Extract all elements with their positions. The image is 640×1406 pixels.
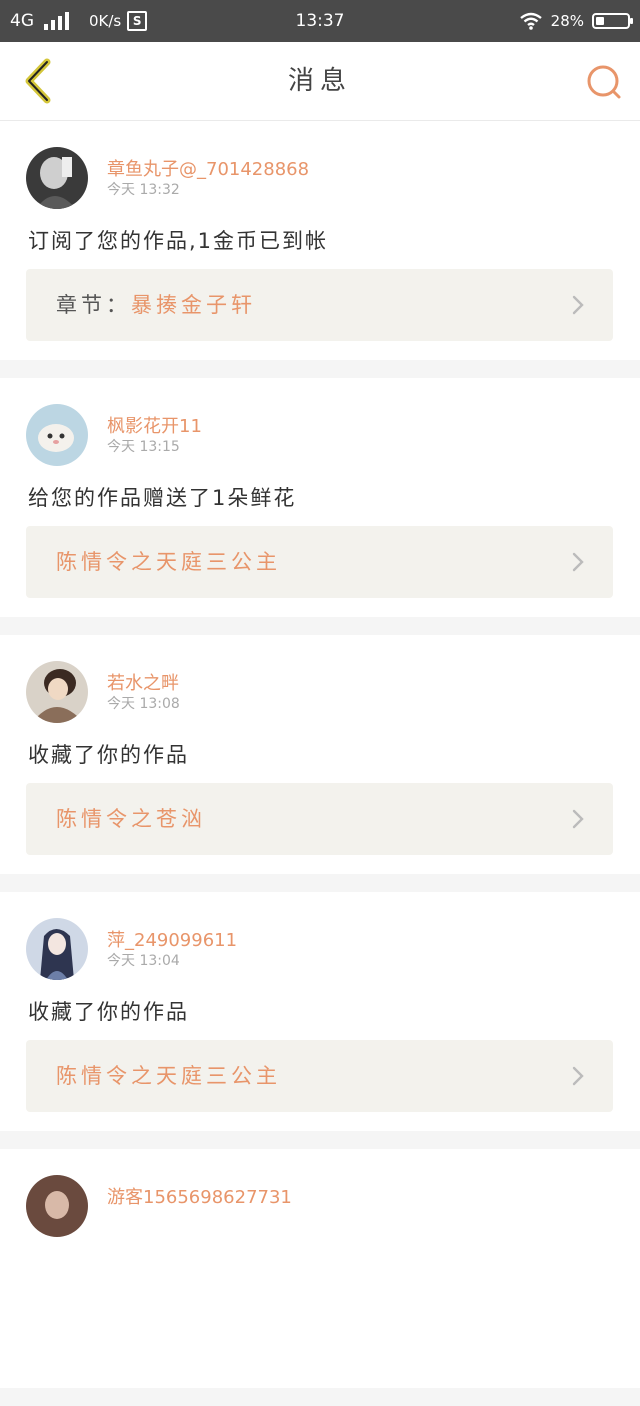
avatar[interactable] bbox=[26, 661, 88, 723]
message-card: 萍_249099611 今天 13:04 收藏了你的作品 陈情令之天庭三公主 bbox=[0, 892, 640, 1131]
timestamp: 今天 13:04 bbox=[107, 953, 180, 969]
avatar[interactable] bbox=[26, 918, 88, 980]
work-title: 陈情令之天庭三公主 bbox=[56, 1064, 281, 1088]
message-card: 若水之畔 今天 13:08 收藏了你的作品 陈情令之苍汹 bbox=[0, 635, 640, 874]
nav-bar: 消息 bbox=[0, 42, 640, 121]
work-link[interactable]: 章节：暴揍金子轩 bbox=[26, 269, 613, 341]
avatar[interactable] bbox=[26, 404, 88, 466]
work-title: 陈情令之苍汹 bbox=[56, 807, 206, 831]
search-icon bbox=[587, 65, 621, 99]
timestamp: 今天 13:32 bbox=[107, 182, 180, 198]
battery-percent: 28% bbox=[550, 12, 584, 30]
username[interactable]: 枫影花开11 bbox=[107, 412, 202, 438]
message-text: 收藏了你的作品 bbox=[28, 1000, 189, 1024]
username[interactable]: 萍_249099611 bbox=[107, 926, 237, 952]
battery-icon bbox=[592, 13, 633, 29]
timestamp: 今天 13:15 bbox=[107, 439, 180, 455]
message-list: 章鱼丸子@_701428868 今天 13:32 订阅了您的作品,1金币已到帐 … bbox=[0, 121, 640, 1406]
username[interactable]: 章鱼丸子@_701428868 bbox=[107, 155, 309, 181]
message-text: 收藏了你的作品 bbox=[28, 743, 189, 767]
avatar[interactable] bbox=[26, 1175, 88, 1237]
work-title: 陈情令之天庭三公主 bbox=[56, 550, 281, 574]
work-link[interactable]: 陈情令之天庭三公主 bbox=[26, 526, 613, 598]
page-title: 消息 bbox=[287, 66, 352, 96]
chevron-right-icon bbox=[572, 1066, 584, 1086]
username[interactable]: 若水之畔 bbox=[107, 669, 179, 695]
username[interactable]: 游客1565698627731 bbox=[107, 1183, 292, 1209]
wifi-icon bbox=[519, 12, 542, 30]
work-link[interactable]: 陈情令之苍汹 bbox=[26, 783, 613, 855]
message-card: 游客1565698627731 bbox=[0, 1149, 640, 1388]
work-link[interactable]: 陈情令之天庭三公主 bbox=[26, 1040, 613, 1112]
search-button[interactable] bbox=[582, 60, 626, 104]
status-bar: 4G 0K/s S 13:37 28% bbox=[0, 0, 640, 42]
message-card: 枫影花开11 今天 13:15 给您的作品赠送了1朵鲜花 陈情令之天庭三公主 bbox=[0, 378, 640, 617]
message-text: 给您的作品赠送了1朵鲜花 bbox=[28, 486, 297, 510]
message-card: 章鱼丸子@_701428868 今天 13:32 订阅了您的作品,1金币已到帐 … bbox=[0, 121, 640, 360]
timestamp: 今天 13:08 bbox=[107, 696, 180, 712]
battery-level bbox=[596, 17, 604, 25]
message-text: 订阅了您的作品,1金币已到帐 bbox=[28, 229, 329, 253]
work-title: 暴揍金子轩 bbox=[131, 293, 256, 317]
work-prefix: 章节： bbox=[56, 293, 131, 317]
avatar[interactable] bbox=[26, 147, 88, 209]
chevron-right-icon bbox=[572, 295, 584, 315]
chevron-right-icon bbox=[572, 552, 584, 572]
chevron-right-icon bbox=[572, 809, 584, 829]
